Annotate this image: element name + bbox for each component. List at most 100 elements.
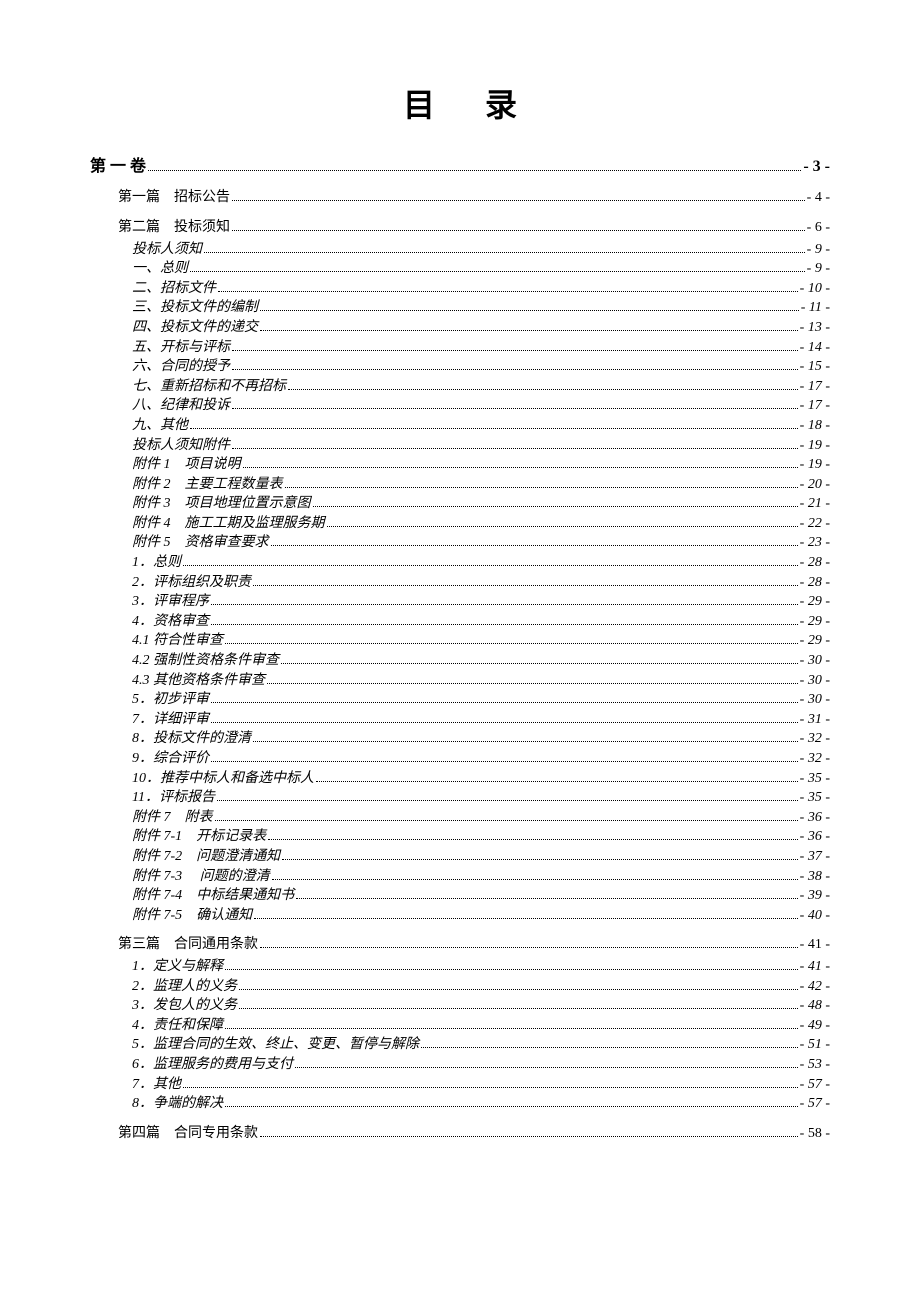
toc-entry: 一、总则- 9 - [90, 259, 830, 279]
toc-entry-page: - 14 - [800, 338, 830, 358]
toc-entry: 附件 7-5 确认通知- 40 - [90, 906, 830, 926]
toc-entry-label: 2．评标组织及职责 [132, 573, 251, 593]
toc-leader-dots [225, 643, 798, 644]
toc-entry-page: - 51 - [800, 1035, 830, 1055]
toc-leader-dots [211, 722, 798, 723]
toc-leader-dots [316, 781, 798, 782]
toc-entry-page: - 32 - [800, 749, 830, 769]
toc-entry-label: 4.2 强制性资格条件审查 [132, 651, 279, 671]
toc-leader-dots [288, 389, 798, 390]
toc-leader-dots [232, 448, 798, 449]
toc-entry: 7．详细评审- 31 - [90, 710, 830, 730]
toc-entry: 4.3 其他资格条件审查- 30 - [90, 671, 830, 691]
toc-entry-page: - 38 - [800, 867, 830, 887]
toc-leader-dots [253, 741, 798, 742]
toc-entry-page: - 9 - [807, 240, 830, 260]
toc-entry-label: 第一篇 招标公告 [118, 188, 230, 208]
toc-entry: 七、重新招标和不再招标 - 17 - [90, 377, 830, 397]
toc-entry-page: - 17 - [800, 377, 830, 397]
toc-entry-label: 九、其他 [132, 416, 188, 436]
toc-entry: 投标人须知附件 - 19 - [90, 436, 830, 456]
toc-entry-label: 3．发包人的义务 [132, 996, 237, 1016]
toc-entry-page: - 28 - [800, 553, 830, 573]
toc-entry: 附件 3 项目地理位置示意图 - 21 - [90, 494, 830, 514]
toc-entry-label: 1．总则 [132, 553, 181, 573]
toc-entry-label: 10．推荐中标人和备选中标人 [132, 769, 314, 789]
toc-leader-dots [295, 1067, 798, 1068]
toc-entry-label: 9．综合评价 [132, 749, 209, 769]
page-title: 目录 [90, 80, 830, 126]
toc-leader-dots [211, 761, 798, 762]
toc-entry: 四、投标文件的递交- 13 - [90, 318, 830, 338]
toc-entry-page: - 35 - [800, 788, 830, 808]
toc-entry-label: 第三篇 合同通用条款 [118, 935, 258, 955]
toc-entry-page: - 13 - [800, 318, 830, 338]
toc-entry-label: 七、重新招标和不再招标 [132, 377, 286, 397]
toc-leader-dots [282, 859, 798, 860]
toc-entry-page: - 6 - [807, 218, 830, 238]
toc-leader-dots [243, 467, 798, 468]
toc-leader-dots [254, 918, 798, 919]
toc-leader-dots [211, 624, 798, 625]
toc-entry-page: - 28 - [800, 573, 830, 593]
toc-leader-dots [327, 526, 798, 527]
toc-entry-page: - 35 - [800, 769, 830, 789]
toc-entry: 六、合同的授予- 15 - [90, 357, 830, 377]
toc-leader-dots [271, 545, 798, 546]
toc-entry-page: - 19 - [800, 436, 830, 456]
toc-entry-page: - 36 - [800, 808, 830, 828]
toc-entry-label: 附件 7-2 问题澄清通知 [132, 847, 280, 867]
toc-entry-label: 7．详细评审 [132, 710, 209, 730]
toc-entry-label: 3．评审程序 [132, 592, 209, 612]
toc-entry: 附件 4 施工工期及监理服务期 - 22 - [90, 514, 830, 534]
toc-entry: 附件 7 附表- 36 - [90, 808, 830, 828]
toc-leader-dots [272, 879, 798, 880]
toc-entry-page: - 21 - [800, 494, 830, 514]
toc-leader-dots [239, 989, 798, 990]
toc-entry-label: 附件 2 主要工程数量表 [132, 475, 283, 495]
toc-leader-dots [225, 1028, 798, 1029]
toc-entry: 1．定义与解释- 41 - [90, 957, 830, 977]
toc-entry: 附件 7-3 问题的澄清- 38 - [90, 867, 830, 887]
toc-entry-page: - 4 - [807, 188, 830, 208]
toc-leader-dots [260, 310, 799, 311]
toc-entry-label: 第 一 卷 [90, 156, 146, 178]
toc-entry-page: - 17 - [800, 396, 830, 416]
toc-entry: 二、招标文件- 10 - [90, 279, 830, 299]
toc-entry-label: 附件 4 施工工期及监理服务期 [132, 514, 325, 534]
toc-entry: 4.2 强制性资格条件审查- 30 - [90, 651, 830, 671]
toc-leader-dots [190, 271, 805, 272]
toc-entry: 3．发包人的义务- 48 - [90, 996, 830, 1016]
toc-entry-label: 5．初步评审 [132, 690, 209, 710]
toc-entry-label: 附件 3 项目地理位置示意图 [132, 494, 311, 514]
toc-entry-page: - 22 - [800, 514, 830, 534]
table-of-contents: 第 一 卷- 3 -第一篇 招标公告- 4 -第二篇 投标须知- 6 -投标人须… [90, 156, 830, 1143]
toc-leader-dots [253, 585, 798, 586]
toc-leader-dots [285, 487, 798, 488]
toc-leader-dots [281, 663, 798, 664]
toc-leader-dots [268, 839, 798, 840]
toc-entry-page: - 29 - [800, 631, 830, 651]
toc-leader-dots [232, 230, 805, 231]
toc-entry: 附件 7-1 开标记录表- 36 - [90, 827, 830, 847]
toc-entry: 6．监理服务的费用与支付- 53 - [90, 1055, 830, 1075]
toc-leader-dots [421, 1047, 798, 1048]
toc-entry: 九、其他- 18 - [90, 416, 830, 436]
toc-entry-label: 一、总则 [132, 259, 188, 279]
toc-entry-page: - 30 - [800, 690, 830, 710]
toc-entry-label: 2．监理人的义务 [132, 977, 237, 997]
toc-entry: 2．评标组织及职责 - 28 - [90, 573, 830, 593]
toc-entry: 9．综合评价 - 32 - [90, 749, 830, 769]
toc-entry-page: - 49 - [800, 1016, 830, 1036]
toc-leader-dots [215, 820, 798, 821]
toc-entry-label: 八、纪律和投诉 [132, 396, 230, 416]
toc-entry-page: - 57 - [800, 1094, 830, 1114]
toc-entry-label: 投标人须知附件 [132, 436, 230, 456]
toc-entry-page: - 39 - [800, 886, 830, 906]
toc-entry-label: 7．其他 [132, 1075, 181, 1095]
toc-entry-label: 8．投标文件的澄清 [132, 729, 251, 749]
toc-entry-page: - 32 - [800, 729, 830, 749]
toc-entry: 附件 1 项目说明- 19 - [90, 455, 830, 475]
toc-entry-label: 4．责任和保障 [132, 1016, 223, 1036]
toc-entry-label: 4.1 符合性审查 [132, 631, 223, 651]
